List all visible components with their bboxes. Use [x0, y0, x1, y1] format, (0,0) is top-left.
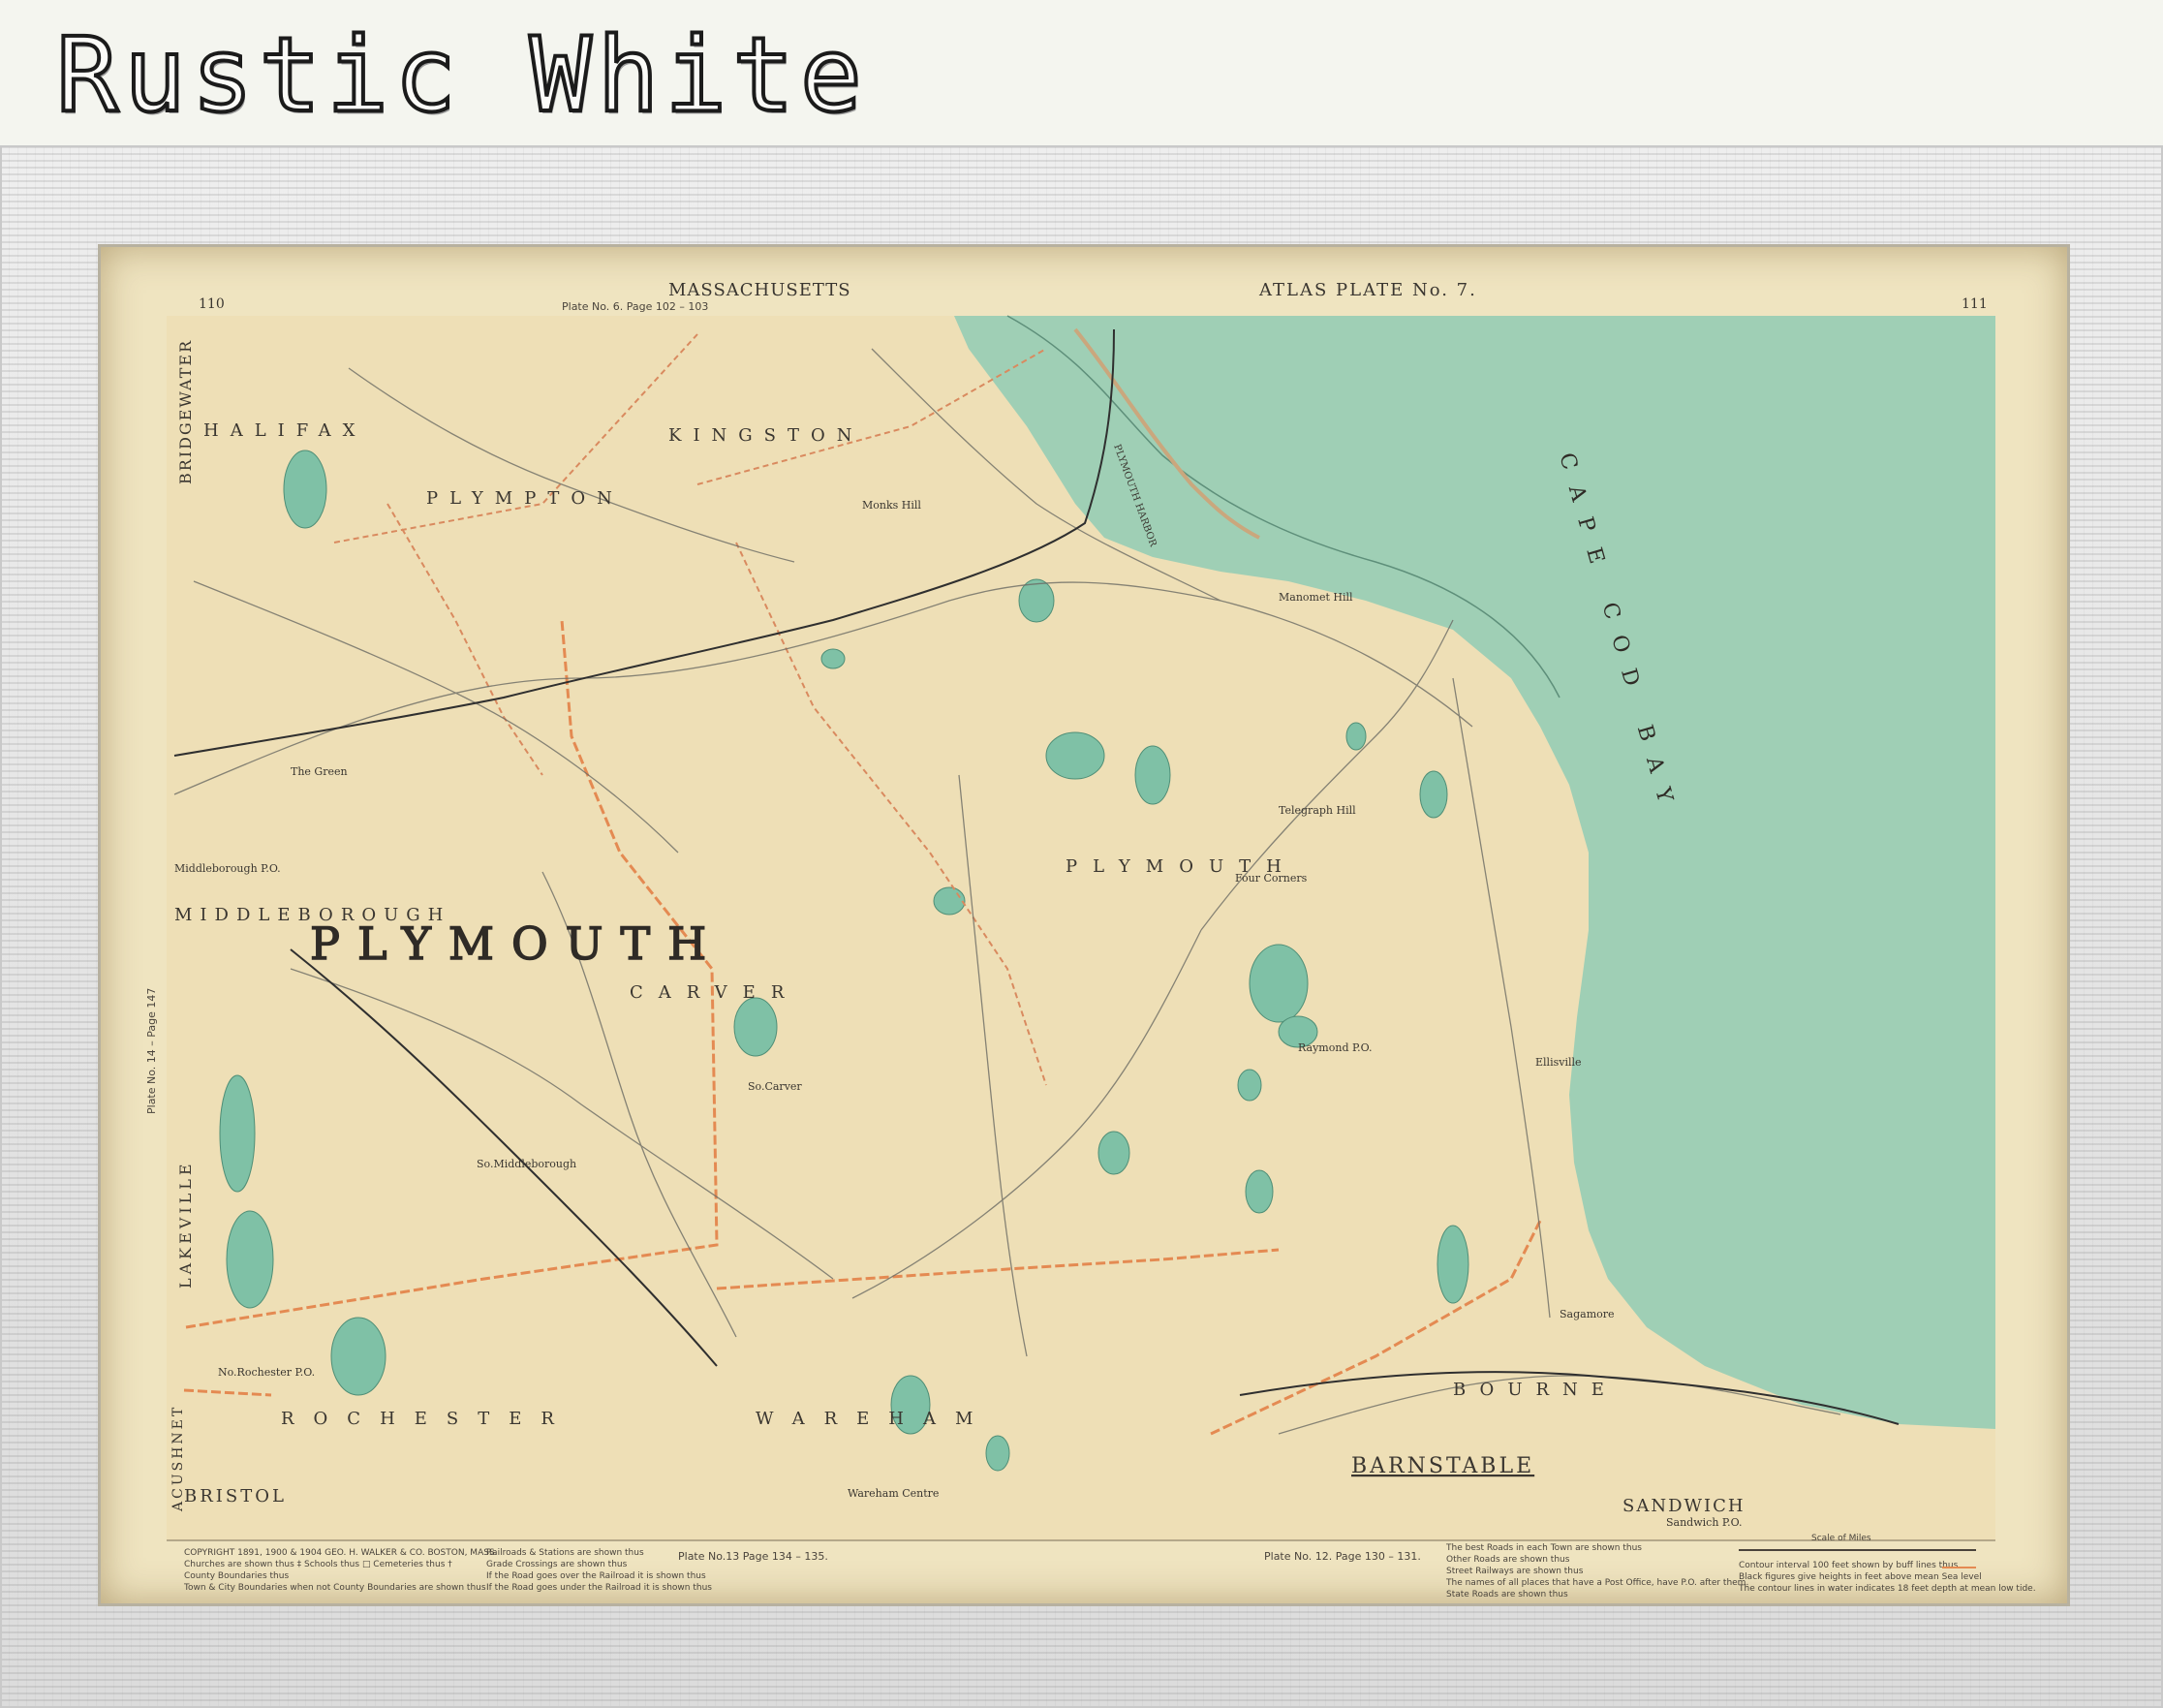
town-sandwich: SANDWICH: [1622, 1496, 1746, 1516]
place-manomet-hill: Manomet Hill: [1279, 591, 1353, 604]
legend-mid-0: Railroads & Stations are shown thus: [486, 1548, 644, 1558]
pond: [1134, 745, 1171, 805]
place-sagamore: Sagamore: [1560, 1308, 1615, 1320]
place-so-middleborough: So.Middleborough: [477, 1158, 576, 1170]
place-the-green: The Green: [291, 765, 348, 778]
pond: [1245, 1169, 1274, 1214]
plate-ref-bottom-right: Plate No. 12. Page 130 – 131.: [1264, 1550, 1421, 1563]
legend-far-right-2: Black figures give heights in feet above…: [1739, 1572, 1982, 1582]
legend-mid-2: If the Road goes over the Railroad it is…: [486, 1571, 706, 1581]
legend-far-right-0: Scale of Miles: [1811, 1534, 1871, 1543]
town-plympton: PLYMPTON: [426, 488, 624, 509]
place-middleborough-po: Middleborough P.O.: [174, 862, 281, 875]
plate-ref-top: Plate No. 6. Page 102 – 103: [562, 300, 708, 313]
legend-left-0: COPYRIGHT 1891, 1900 & 1904 GEO. H. WALK…: [184, 1548, 498, 1558]
legend-left-2: County Boundaries thus: [184, 1571, 289, 1581]
antique-map: 110 MASSACHUSETTS Plate No. 6. Page 102 …: [0, 0, 2163, 1708]
legend-mid-1: Grade Crossings are shown thus: [486, 1560, 628, 1569]
town-middleborough: MIDDLEBOROUGH: [174, 905, 450, 925]
town-carver: CARVER: [630, 982, 799, 1003]
plymouth-county-label: PLYMOUTH: [310, 917, 724, 970]
legend-right-1: Other Roads are shown thus: [1446, 1555, 1570, 1565]
legend-far-right-1: Contour interval 100 feet shown by buff …: [1739, 1561, 1959, 1570]
plate-ref-bottom-left: Plate No.13 Page 134 – 135.: [678, 1550, 828, 1563]
town-wareham: WAREHAM: [756, 1409, 992, 1429]
pond: [1045, 731, 1105, 780]
pond: [283, 450, 327, 529]
plate-ref-side: Plate No. 14 – Page 147: [145, 988, 158, 1114]
town-halifax: HALIFAX: [203, 420, 367, 441]
pond: [1097, 1131, 1130, 1175]
pond: [226, 1210, 274, 1309]
pond: [1437, 1225, 1469, 1304]
place-raymond: Raymond P.O.: [1298, 1041, 1373, 1054]
town-bourne: BOURNE: [1453, 1380, 1618, 1400]
place-ellisville: Ellisville: [1535, 1056, 1582, 1069]
page-number-right: 111: [1962, 296, 1988, 312]
legend-far-right-3: The contour lines in water indicates 18 …: [1738, 1584, 2036, 1594]
town-lakeville: LAKEVILLE: [176, 1160, 195, 1289]
pond: [820, 648, 846, 669]
pond: [330, 1317, 386, 1396]
place-no-rochester: No.Rochester P.O.: [218, 1366, 315, 1379]
pond: [1249, 944, 1309, 1023]
legend-left-3: Town & City Boundaries when not County B…: [183, 1583, 486, 1593]
place-wareham-centre: Wareham Centre: [848, 1487, 939, 1500]
place-four-corners: Four Corners: [1235, 872, 1308, 885]
page-number-left: 110: [199, 296, 225, 312]
legend-right-0: The best Roads in each Town are shown th…: [1445, 1543, 1642, 1553]
legend-right-4: State Roads are shown thus: [1446, 1590, 1568, 1599]
town-acushnet: ACUSHNET: [170, 1405, 186, 1512]
bristol-county-label: BRISTOL: [184, 1486, 287, 1506]
town-rochester: ROCHESTER: [281, 1409, 573, 1429]
legend-right-3: The names of all places that have a Post…: [1445, 1578, 1748, 1588]
town-kingston: KINGSTON: [668, 425, 864, 446]
town-bridgewater: BRIDGEWATER: [176, 339, 195, 484]
legend-left-1: Churches are shown thus ‡ Schools thus □…: [184, 1560, 452, 1569]
legend-mid-3: If the Road goes under the Railroad it i…: [486, 1583, 712, 1593]
place-telegraph-hill: Telegraph Hill: [1279, 804, 1356, 817]
pond: [219, 1074, 256, 1193]
pond: [733, 997, 778, 1057]
map-header-left: MASSACHUSETTS: [668, 280, 851, 300]
place-so-carver: So.Carver: [748, 1080, 802, 1093]
pond: [1345, 722, 1367, 751]
place-monks-hill: Monks Hill: [862, 499, 921, 512]
legend-right-2: Street Railways are shown thus: [1446, 1567, 1584, 1576]
pond: [985, 1435, 1010, 1472]
pond: [1419, 770, 1448, 819]
map-header-right: ATLAS PLATE No. 7.: [1258, 280, 1477, 300]
barnstable-county-label: BARNSTABLE: [1351, 1454, 1534, 1478]
pond: [1237, 1069, 1262, 1102]
pond: [933, 886, 966, 916]
place-sandwich-po: Sandwich P.O.: [1666, 1516, 1742, 1529]
